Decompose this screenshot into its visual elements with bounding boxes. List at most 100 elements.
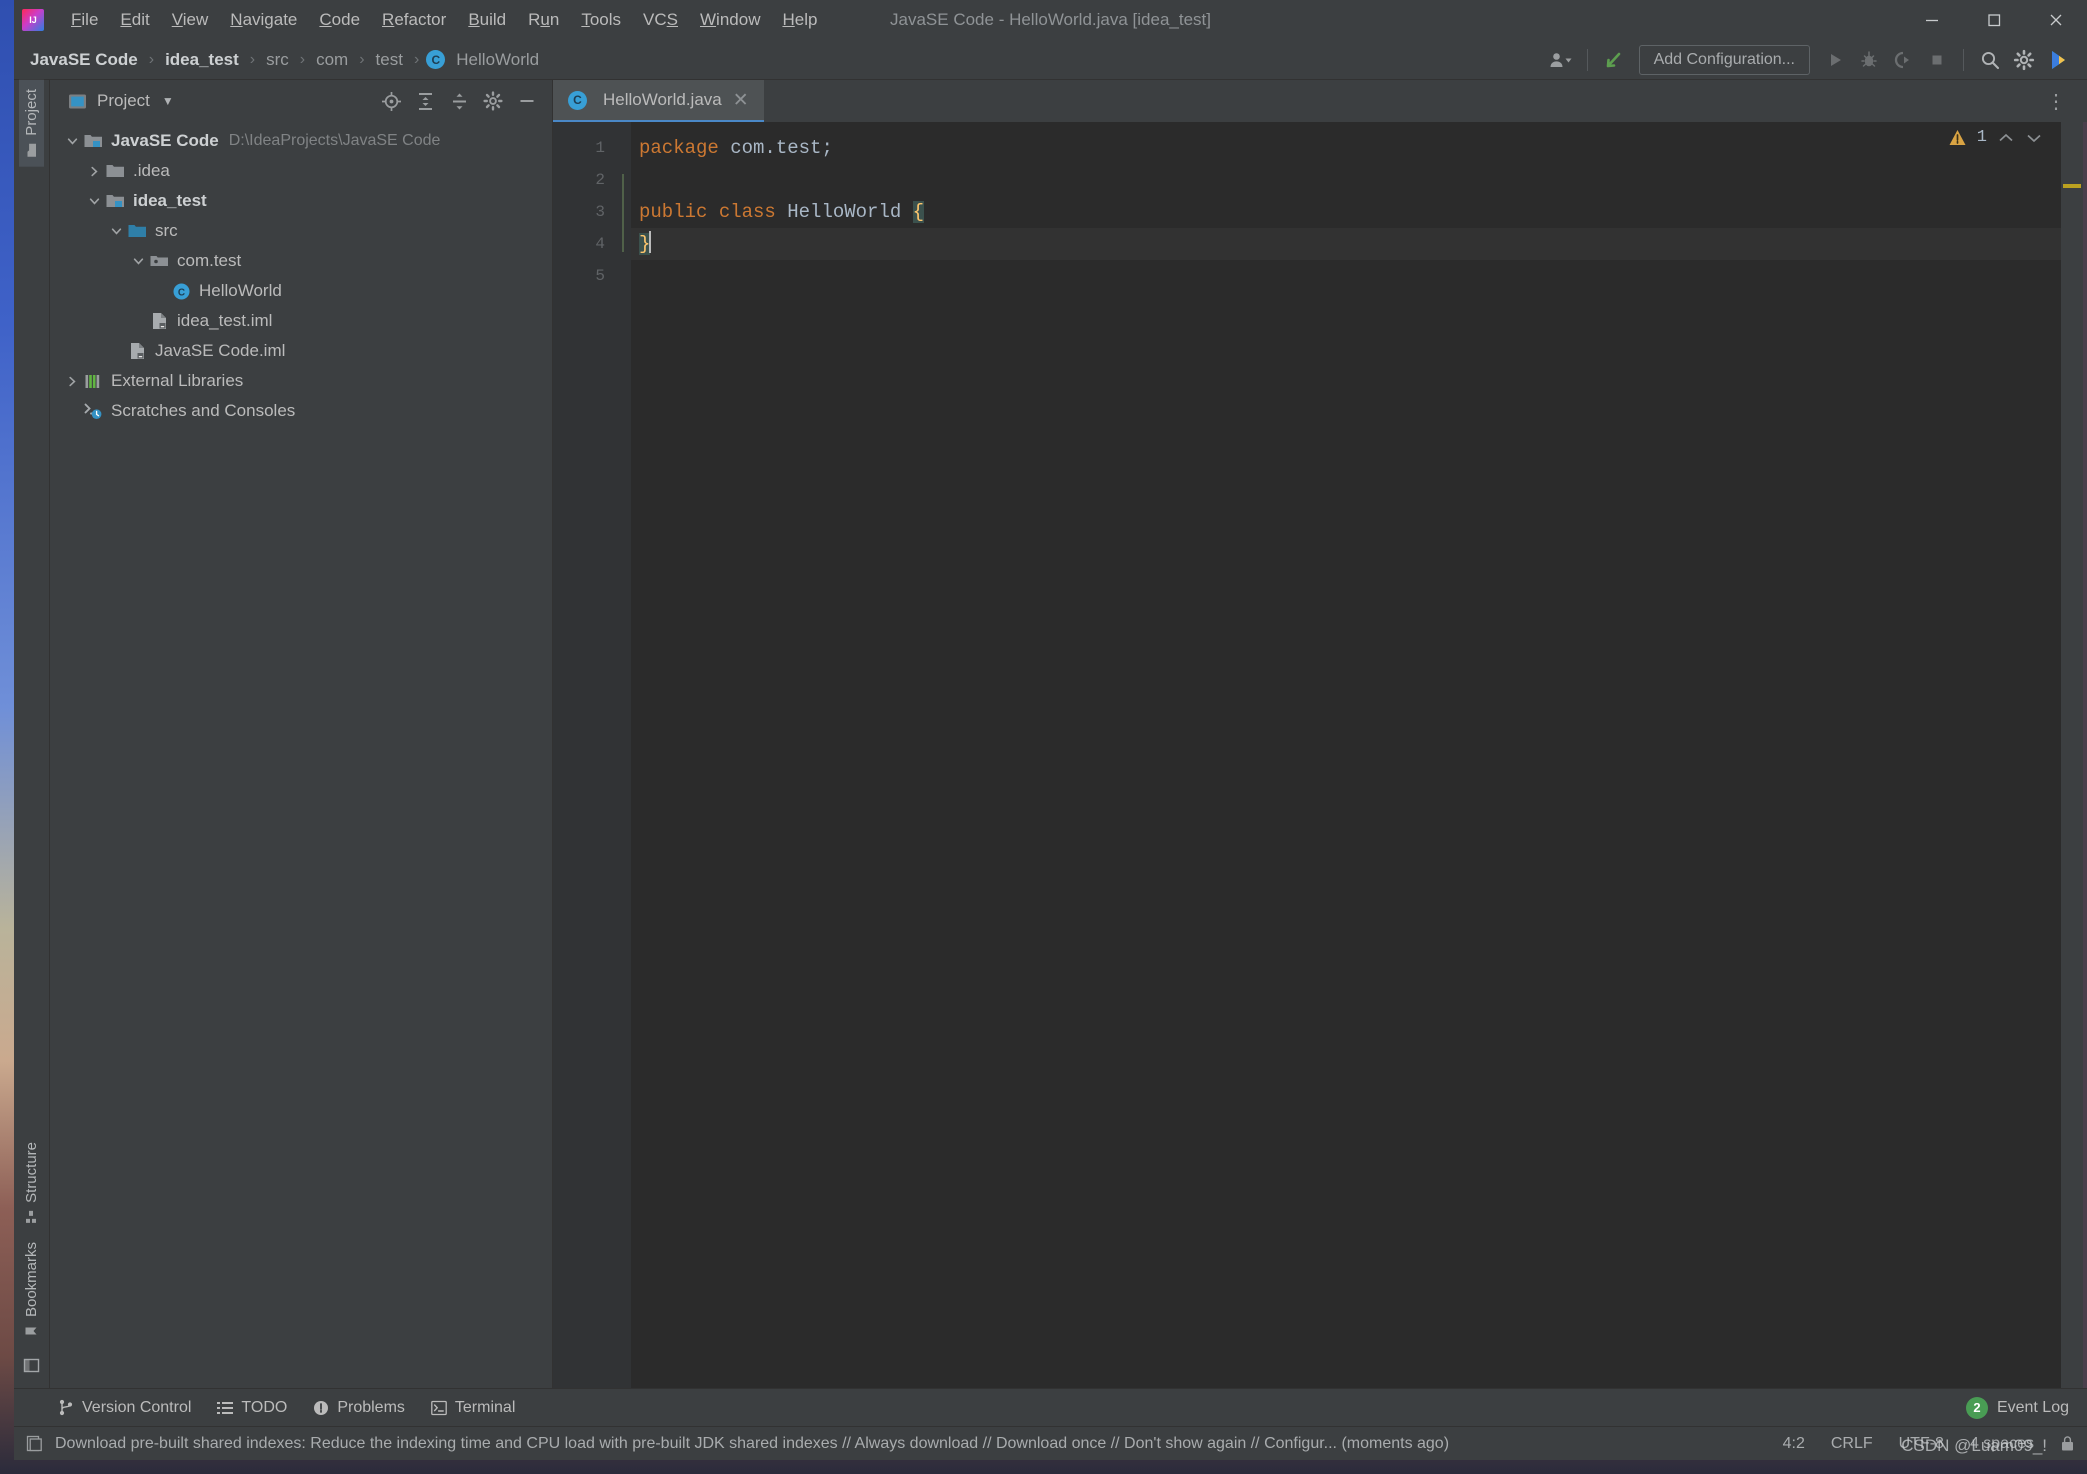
tool-tab-version-control[interactable]: Version Control (58, 1399, 191, 1417)
stop-icon[interactable] (1920, 45, 1954, 75)
run-with-coverage-icon[interactable] (1886, 45, 1920, 75)
tool-tab-todo[interactable]: TODO (217, 1399, 287, 1417)
code-line[interactable]: } (631, 228, 2061, 260)
breadcrumb-item-src[interactable]: src (262, 48, 293, 72)
search-everywhere-icon[interactable] (1973, 45, 2007, 75)
line-separator[interactable]: CRLF (1831, 1435, 1873, 1453)
sidebar-item-project[interactable]: Project (19, 80, 44, 167)
ide-helper-icon[interactable] (2041, 45, 2075, 75)
tree-node-scratches-and-consoles[interactable]: Scratches and Consoles (50, 396, 552, 426)
tree-node-helloworld[interactable]: C HelloWorld (50, 276, 552, 306)
menu-help[interactable]: Help (771, 6, 828, 34)
terminal-window-icon[interactable] (23, 1347, 40, 1388)
code-folding-strip[interactable] (615, 122, 631, 1388)
gear-icon[interactable] (478, 87, 508, 115)
event-log-button[interactable]: 2 Event Log (1965, 1396, 2087, 1419)
chevron-down-icon[interactable] (2025, 131, 2043, 145)
warning-marker[interactable] (2063, 184, 2081, 188)
breadcrumb-item-test[interactable]: test (372, 48, 407, 72)
tool-tab-version-control-label: Version Control (82, 1398, 192, 1416)
indent-setting[interactable]: 4 spaces (1970, 1435, 2034, 1453)
chevron-down-icon[interactable] (106, 225, 126, 238)
minus-icon[interactable] (512, 87, 542, 115)
menu-window[interactable]: Window (689, 6, 771, 34)
menu-refactor[interactable]: Refactor (371, 6, 457, 34)
tool-tab-terminal[interactable]: Terminal (431, 1399, 515, 1417)
editor-tab-helloworld[interactable]: C HelloWorld.java ✕ (553, 80, 764, 122)
add-configuration-button[interactable]: Add Configuration... (1638, 44, 1810, 75)
breadcrumb-label: src (266, 49, 289, 69)
notification-icon[interactable] (26, 1435, 43, 1452)
chevron-up-icon[interactable] (1997, 131, 2015, 145)
code-line[interactable] (631, 260, 2061, 292)
project-tool-window: Project ▼ JavaSE Code D:\IdeaProjects\Ja… (50, 80, 553, 1388)
more-options-icon[interactable]: ⋮ (2036, 89, 2077, 114)
menu-file[interactable]: File (60, 6, 109, 34)
breadcrumb-item-com[interactable]: com (312, 48, 352, 72)
toolbar-divider-2 (1963, 48, 1964, 71)
caret-position[interactable]: 4:2 (1783, 1435, 1805, 1453)
menu-edit[interactable]: Edit (109, 6, 160, 34)
minimize-button[interactable] (1901, 0, 1963, 40)
chevron-down-icon[interactable] (128, 255, 148, 268)
editor-area: C HelloWorld.java ✕ ⋮ 1 2 3 4 5 package com.… (553, 80, 2087, 1388)
collapse-all-icon[interactable] (444, 87, 474, 115)
breadcrumb-item-javase-code[interactable]: JavaSE Code (26, 48, 142, 72)
run-icon[interactable] (1818, 45, 1852, 75)
settings-gear-icon[interactable] (2007, 45, 2041, 75)
tree-node--idea[interactable]: .idea (50, 156, 552, 186)
maximize-button[interactable] (1963, 0, 2025, 40)
breadcrumb-separator: › (359, 50, 365, 68)
tree-node-javase-code-iml[interactable]: JavaSE Code.iml (50, 336, 552, 366)
tree-node-com-test[interactable]: com.test (50, 246, 552, 276)
tree-node-external-libraries[interactable]: External Libraries (50, 366, 552, 396)
tree-node-label: Scratches and Consoles (111, 401, 296, 420)
menu-view[interactable]: View (161, 6, 220, 34)
status-message[interactable]: Download pre-built shared indexes: Reduc… (55, 1435, 1449, 1453)
code-line[interactable] (631, 164, 2061, 196)
tree-node-javase-code[interactable]: JavaSE Code D:\IdeaProjects\JavaSE Code (50, 126, 552, 156)
editor-marker-scrollbar[interactable] (2061, 122, 2083, 1388)
locate-target-icon[interactable] (376, 87, 406, 115)
chevron-down-icon[interactable] (84, 195, 104, 208)
tool-tab-problems[interactable]: Problems (313, 1399, 405, 1417)
chevron-down-icon[interactable] (62, 135, 82, 148)
menu-code[interactable]: Code (308, 6, 371, 34)
tree-node-src[interactable]: src (50, 216, 552, 246)
menu-navigate[interactable]: Navigate (219, 6, 308, 34)
line-number: 2 (595, 171, 605, 189)
user-dropdown-icon[interactable] (1544, 45, 1578, 75)
code-token: { (912, 201, 925, 223)
tree-node-idea-test-iml[interactable]: idea_test.iml (50, 306, 552, 336)
ide-window: FileEditViewNavigateCodeRefactorBuildRun… (14, 0, 2087, 1460)
code-token: public (639, 201, 708, 223)
line-number: 5 (595, 267, 605, 285)
code-editor[interactable]: package com.test; public class HelloWorl… (631, 122, 2061, 1388)
libraries-icon (82, 373, 104, 390)
sidebar-item-structure-label: Structure (23, 1142, 40, 1203)
line-number-gutter: 1 2 3 4 5 (553, 122, 615, 1388)
menu-vcs[interactable]: VCS (632, 6, 689, 34)
code-line[interactable]: package com.test; (631, 132, 2061, 164)
sidebar-item-structure[interactable]: Structure (19, 1133, 44, 1233)
breadcrumb-item-idea-test[interactable]: idea_test (161, 48, 243, 72)
breadcrumb-item-helloworld[interactable]: C HelloWorld (426, 48, 543, 72)
menu-build[interactable]: Build (457, 6, 517, 34)
close-icon[interactable]: ✕ (731, 91, 751, 110)
inspection-widget[interactable]: 1 (1948, 128, 2043, 147)
chevron-down-icon[interactable]: ▼ (162, 94, 174, 108)
sidebar-item-bookmarks[interactable]: Bookmarks (19, 1233, 44, 1347)
window-controls (1901, 0, 2087, 40)
menu-tools[interactable]: Tools (570, 6, 632, 34)
tree-node-idea-test[interactable]: idea_test (50, 186, 552, 216)
chevron-right-icon[interactable] (84, 165, 104, 178)
chevron-right-icon[interactable] (62, 375, 82, 388)
expand-all-icon[interactable] (410, 87, 440, 115)
debug-icon[interactable] (1852, 45, 1886, 75)
close-button[interactable] (2025, 0, 2087, 40)
menu-run[interactable]: Run (517, 6, 570, 34)
lock-icon[interactable] (2060, 1435, 2075, 1452)
file-encoding[interactable]: UTF-8 (1899, 1435, 1944, 1453)
update-project-icon[interactable] (1597, 45, 1631, 75)
code-line[interactable]: public class HelloWorld { (631, 196, 2061, 228)
